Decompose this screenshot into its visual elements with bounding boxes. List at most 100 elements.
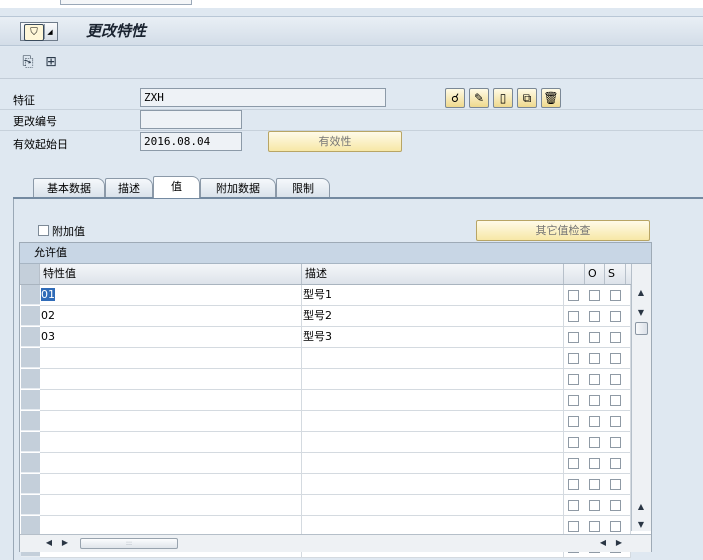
column-header-description[interactable]: 描述 [302, 264, 564, 284]
scroll-right-icon[interactable]: ▶ [60, 538, 70, 547]
other-value-check-button[interactable]: 其它值检查 [476, 220, 650, 241]
o-checkbox[interactable] [589, 521, 600, 532]
tab-restrictions[interactable]: 限制 [276, 178, 330, 198]
s-checkbox[interactable] [610, 416, 621, 427]
description-cell[interactable]: 型号1 [302, 285, 564, 306]
s-checkbox[interactable] [610, 353, 621, 364]
glasses-icon[interactable]: ☌ [445, 88, 465, 108]
s-checkbox[interactable] [610, 374, 621, 385]
row-selector[interactable] [21, 432, 40, 452]
o-checkbox[interactable] [589, 416, 600, 427]
o-checkbox[interactable] [589, 374, 600, 385]
value-cell[interactable]: 02 [40, 306, 302, 327]
row-selector[interactable] [21, 495, 40, 515]
default-checkbox[interactable] [568, 437, 579, 448]
default-checkbox[interactable] [568, 311, 579, 322]
row-selector[interactable] [21, 474, 40, 494]
tab-basic-data[interactable]: 基本数据 [33, 178, 105, 198]
s-checkbox[interactable] [610, 395, 621, 406]
o-checkbox[interactable] [589, 353, 600, 364]
system-menu-button[interactable]: ⛉ ◢ [20, 22, 58, 41]
o-checkbox[interactable] [589, 479, 600, 490]
tab-additional-data[interactable]: 附加数据 [200, 178, 276, 198]
value-cell[interactable] [40, 348, 302, 369]
tab-values[interactable]: 值 [153, 176, 200, 198]
default-checkbox[interactable] [568, 290, 579, 301]
row-selector[interactable] [21, 285, 40, 305]
default-checkbox[interactable] [568, 374, 579, 385]
o-checkbox[interactable] [589, 290, 600, 301]
s-checkbox[interactable] [610, 290, 621, 301]
row-selector[interactable] [21, 306, 40, 326]
o-checkbox[interactable] [589, 500, 600, 511]
s-checkbox[interactable] [610, 479, 621, 490]
description-cell[interactable] [302, 369, 564, 390]
description-cell[interactable]: 型号3 [302, 327, 564, 348]
row-selector[interactable] [21, 411, 40, 431]
row-selector[interactable] [21, 369, 40, 389]
s-checkbox[interactable] [610, 332, 621, 343]
value-cell[interactable] [40, 432, 302, 453]
o-checkbox[interactable] [589, 311, 600, 322]
vertical-scroll-thumb[interactable] [635, 322, 648, 335]
scroll-up-icon[interactable]: ▲ [632, 288, 650, 297]
scroll-left-icon[interactable]: ◀ [598, 538, 608, 547]
valid-from-field[interactable]: 2016.08.04 [140, 132, 242, 151]
s-checkbox[interactable] [610, 437, 621, 448]
description-cell[interactable] [302, 474, 564, 495]
default-checkbox[interactable] [568, 416, 579, 427]
row-selector[interactable] [21, 327, 40, 347]
additional-values-checkbox[interactable] [38, 225, 49, 236]
new-document-icon[interactable]: ▯ [493, 88, 513, 108]
change-number-field[interactable] [140, 110, 242, 129]
row-selector[interactable] [21, 516, 40, 536]
select-all-header[interactable] [20, 264, 40, 284]
display-change-icon[interactable]: ⎘ [20, 54, 36, 70]
description-cell[interactable] [302, 432, 564, 453]
s-checkbox[interactable] [610, 458, 621, 469]
value-cell[interactable]: 01 [40, 285, 302, 306]
s-checkbox[interactable] [610, 521, 621, 532]
value-cell[interactable] [40, 390, 302, 411]
tab-description[interactable]: 描述 [105, 178, 153, 198]
scroll-down-icon[interactable]: ▼ [632, 520, 650, 529]
copy-icon[interactable]: ⧉ [517, 88, 537, 108]
scroll-left-icon[interactable]: ◀ [44, 538, 54, 547]
characteristic-field[interactable]: ZXH [140, 88, 386, 107]
default-checkbox[interactable] [568, 500, 579, 511]
s-checkbox[interactable] [610, 311, 621, 322]
column-header-value[interactable]: 特性值 [40, 264, 302, 284]
row-selector[interactable] [21, 348, 40, 368]
scroll-right-icon[interactable]: ▶ [614, 538, 624, 547]
column-header-s[interactable]: S [605, 264, 626, 284]
row-selector[interactable] [21, 390, 40, 410]
scroll-down-icon[interactable]: ▼ [632, 308, 650, 317]
o-checkbox[interactable] [589, 332, 600, 343]
value-cell[interactable] [40, 474, 302, 495]
column-header-blank[interactable] [564, 264, 585, 284]
default-checkbox[interactable] [568, 458, 579, 469]
scroll-up-icon[interactable]: ▲ [632, 502, 650, 511]
value-cell[interactable]: 03 [40, 327, 302, 348]
value-cell[interactable] [40, 369, 302, 390]
column-header-o[interactable]: O [585, 264, 605, 284]
description-cell[interactable] [302, 495, 564, 516]
description-cell[interactable] [302, 348, 564, 369]
default-checkbox[interactable] [568, 332, 579, 343]
description-cell[interactable] [302, 390, 564, 411]
pencil-icon[interactable]: ✎ [469, 88, 489, 108]
description-cell[interactable] [302, 453, 564, 474]
value-cell[interactable] [40, 453, 302, 474]
default-checkbox[interactable] [568, 395, 579, 406]
default-checkbox[interactable] [568, 479, 579, 490]
description-cell[interactable] [302, 411, 564, 432]
o-checkbox[interactable] [589, 458, 600, 469]
horizontal-scroll-thumb[interactable]: ::: [80, 538, 178, 549]
description-cell[interactable]: 型号2 [302, 306, 564, 327]
row-selector[interactable] [21, 453, 40, 473]
s-checkbox[interactable] [610, 500, 621, 511]
default-checkbox[interactable] [568, 521, 579, 532]
validity-button[interactable]: 有效性 [268, 131, 402, 152]
other-object-icon[interactable]: ⊞ [43, 54, 59, 70]
value-cell[interactable] [40, 411, 302, 432]
